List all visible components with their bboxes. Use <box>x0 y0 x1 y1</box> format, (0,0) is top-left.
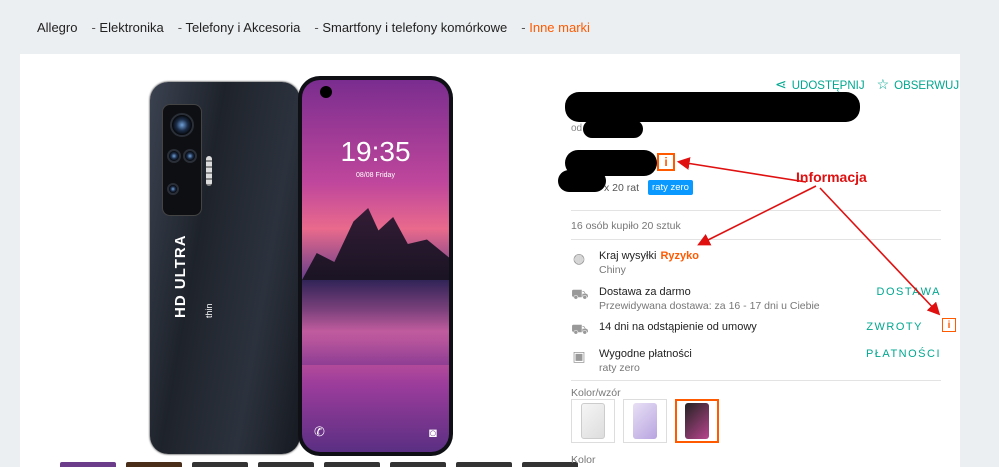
payment-icon: ▣ <box>572 348 586 364</box>
breadcrumb: Allegro Elektronika Telefony i Akcesoria… <box>37 20 604 35</box>
annotation-label: Informacja <box>796 169 867 185</box>
product-card: HD ULTRA thin 19:35 08/08 Friday ✆ ◙ ⋖ UD… <box>20 54 960 467</box>
redacted-installment <box>558 170 606 192</box>
phone-time: 19:35 <box>340 136 411 167</box>
thumbnail[interactable] <box>456 462 512 467</box>
variant-purple[interactable] <box>623 399 667 443</box>
product-actions: ⋖ UDOSTĘPNIJ ☆ OBSERWUJ <box>775 76 959 93</box>
phone-front-image: 19:35 08/08 Friday ✆ ◙ <box>298 76 453 456</box>
breadcrumb-smartfony[interactable]: Smartfony i telefony komórkowe <box>314 20 507 35</box>
variant-label: Kolor/wzór <box>571 387 621 399</box>
camera-icon: ◙ <box>429 425 437 440</box>
redacted-seller <box>583 120 643 138</box>
installments-text: x 20 rat <box>604 182 640 194</box>
payment-row: ▣ Wygodne płatności raty zero PŁATNOŚCI <box>571 346 941 380</box>
camera-module <box>162 104 202 216</box>
breadcrumb-elektronika[interactable]: Elektronika <box>91 20 163 35</box>
payment-label: Wygodne płatności <box>599 348 692 360</box>
globe-icon: ◍ <box>572 250 586 266</box>
breadcrumb-telefony[interactable]: Telefony i Akcesoria <box>178 20 300 35</box>
breadcrumb-allegro[interactable]: Allegro <box>37 20 77 35</box>
returns-info-icon[interactable]: i <box>942 318 956 332</box>
shipping-country-row: ◍ Kraj wysyłki Ryzyko Chiny <box>571 248 941 282</box>
phone-date: 08/08 Friday <box>356 172 395 179</box>
phone-back-image: HD ULTRA thin <box>150 82 300 454</box>
phone-call-icon: ✆ <box>314 424 325 439</box>
delivery-row: ⛟ Dostawa za darmo Przewidywana dostawa:… <box>571 284 941 318</box>
raty-zero-badge: raty zero <box>648 180 693 195</box>
seller-prefix: od <box>571 123 583 134</box>
delivery-estimate: Przewidywana dostawa: za 16 - 17 dni u C… <box>599 300 820 312</box>
variant-selector <box>571 399 719 443</box>
thumbnail[interactable] <box>192 462 248 467</box>
truck-icon: ⛟ <box>571 286 589 302</box>
delivery-label: Dostawa za darmo <box>599 286 691 298</box>
share-button[interactable]: ⋖ UDOSTĘPNIJ <box>775 76 865 93</box>
thumbnail[interactable] <box>522 462 578 467</box>
redacted-title <box>565 92 860 122</box>
delivery-link[interactable]: DOSTAWA <box>877 286 941 298</box>
sold-count: 16 osób kupiło 20 sztuk <box>571 220 681 232</box>
thumbnail[interactable] <box>390 462 446 467</box>
product-image[interactable]: HD ULTRA thin 19:35 08/08 Friday ✆ ◙ <box>150 74 470 460</box>
thumbnail-strip <box>60 462 578 467</box>
returns-link[interactable]: ZWROTY <box>866 321 923 333</box>
variant-white[interactable] <box>571 399 615 443</box>
share-icon: ⋖ <box>775 76 787 92</box>
payment-link[interactable]: PŁATNOŚCI <box>866 348 941 360</box>
price-info-icon[interactable]: i <box>657 153 675 171</box>
thumbnail[interactable] <box>258 462 314 467</box>
thumbnail[interactable] <box>126 462 182 467</box>
phone-brand-text: HD ULTRA <box>172 234 189 318</box>
variant-black[interactable] <box>675 399 719 443</box>
divider <box>571 380 941 381</box>
shipping-country-label: Kraj wysyłki <box>599 250 657 262</box>
thumbnail[interactable] <box>324 462 380 467</box>
divider <box>571 210 941 211</box>
payment-sub: raty zero <box>599 362 640 374</box>
shipping-country-value: Chiny <box>599 264 626 276</box>
breadcrumb-inne-marki[interactable]: Inne marki <box>521 20 590 35</box>
punch-hole <box>320 86 332 98</box>
color-label: Kolor <box>571 454 596 466</box>
returns-label: 14 dni na odstąpienie od umowy <box>599 321 757 333</box>
flash-strip <box>206 156 212 186</box>
risk-badge: Ryzyko <box>660 250 699 262</box>
phone-brand-sub: thin <box>204 303 214 318</box>
phone-screen: 19:35 08/08 Friday ✆ ◙ <box>302 80 449 452</box>
divider <box>571 239 941 240</box>
watch-button[interactable]: ☆ OBSERWUJ <box>877 76 960 93</box>
thumbnail[interactable] <box>60 462 116 467</box>
return-truck-icon: ⛟ <box>571 321 589 337</box>
star-icon: ☆ <box>876 76 890 92</box>
